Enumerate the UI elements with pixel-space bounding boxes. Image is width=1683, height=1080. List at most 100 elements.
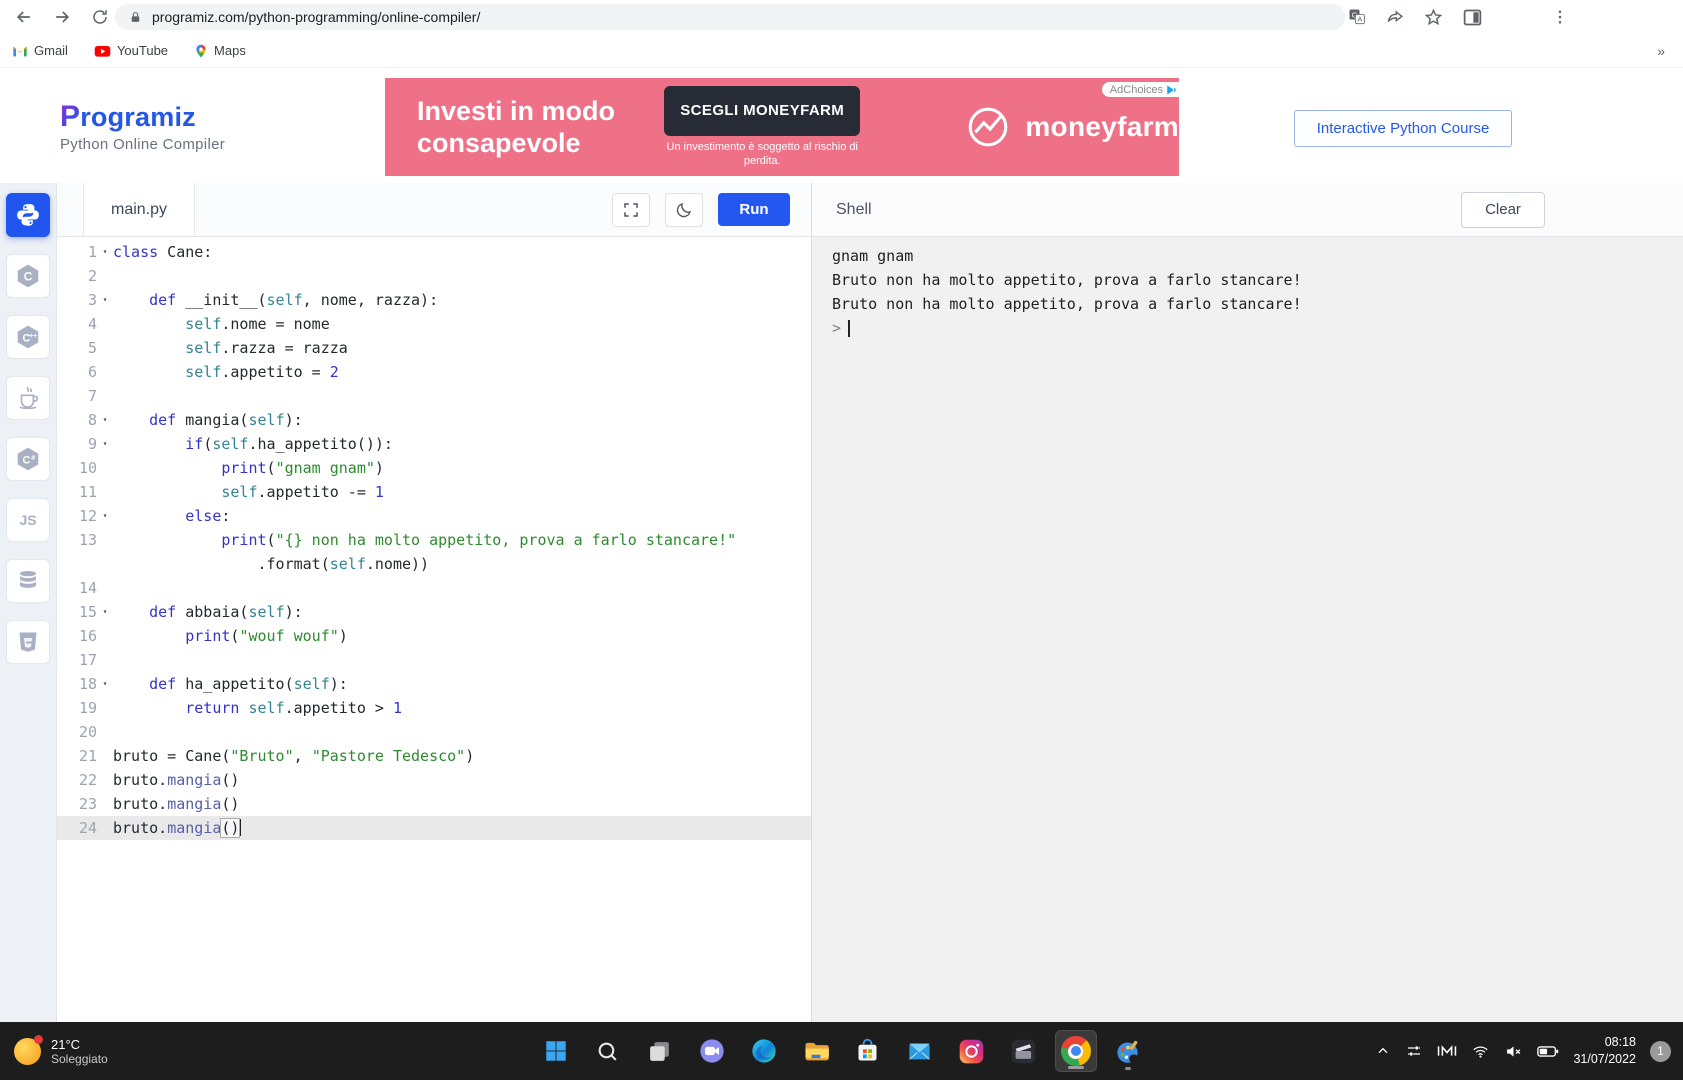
search-button[interactable]: [587, 1030, 629, 1072]
code-line[interactable]: 20: [57, 720, 811, 744]
side-panel-icon[interactable]: [1460, 5, 1484, 29]
ad-disclaimer: Un investimento è soggetto al rischio di…: [659, 141, 865, 169]
shell-prompt: >: [832, 316, 841, 340]
clear-button[interactable]: Clear: [1461, 192, 1545, 228]
wifi-icon[interactable]: [1471, 1043, 1490, 1060]
code-line[interactable]: 19 return self.appetito > 1: [57, 696, 811, 720]
html-shield-icon: [16, 629, 40, 655]
code-line[interactable]: 1▾class Cane:: [57, 240, 811, 264]
weather-temp: 21°C: [51, 1037, 108, 1052]
sidebar-item-java[interactable]: [6, 376, 50, 420]
clock-widget[interactable]: 08:18 31/07/2022: [1573, 1034, 1636, 1068]
shell-body[interactable]: gnam gnamBruto non ha molto appetito, pr…: [812, 237, 1683, 1022]
programiz-logo[interactable]: Programiz Python Online Compiler: [60, 100, 225, 153]
ad-brand-name: moneyfarm: [1025, 111, 1179, 143]
address-bar[interactable]: programiz.com/python-programming/online-…: [115, 4, 1345, 30]
code-line[interactable]: 10 print("gnam gnam"): [57, 456, 811, 480]
share-icon[interactable]: [1383, 5, 1407, 29]
screen: programiz.com/python-programming/online-…: [0, 0, 1683, 1080]
code-line[interactable]: 24bruto.mangia(): [57, 816, 811, 840]
edge-icon: [750, 1037, 778, 1065]
sidebar-item-html[interactable]: [6, 620, 50, 664]
shell-prompt-line[interactable]: >: [832, 316, 1683, 340]
chrome-icon: [1061, 1036, 1091, 1066]
notification-badge[interactable]: 1: [1650, 1041, 1671, 1062]
run-button[interactable]: Run: [718, 193, 790, 226]
back-icon[interactable]: [12, 5, 36, 29]
lock-icon[interactable]: [129, 10, 142, 25]
browser-menu-icon[interactable]: [1548, 5, 1572, 29]
code-line[interactable]: 3▾ def __init__(self, nome, razza):: [57, 288, 811, 312]
browser-toolbar: programiz.com/python-programming/online-…: [0, 0, 1683, 34]
paint-icon: [1114, 1038, 1141, 1065]
code-line[interactable]: 8▾ def mangia(self):: [57, 408, 811, 432]
code-line[interactable]: 4 self.nome = nome: [57, 312, 811, 336]
code-line[interactable]: 7: [57, 384, 811, 408]
code-line[interactable]: 22bruto.mangia(): [57, 768, 811, 792]
fullscreen-button[interactable]: [612, 193, 650, 227]
mail-icon: [906, 1038, 933, 1065]
instagram-button[interactable]: [951, 1030, 993, 1072]
bookmark-star-icon[interactable]: [1421, 5, 1445, 29]
sidebar-item-python[interactable]: [6, 193, 50, 237]
adchoices-label[interactable]: AdChoices: [1102, 82, 1179, 97]
bookmarks-overflow-chevron[interactable]: »: [1657, 43, 1665, 59]
tray-m-icon[interactable]: [1437, 1043, 1457, 1059]
code-lines[interactable]: 1▾class Cane:23▾ def __init__(self, nome…: [57, 237, 811, 1022]
ad-cta-button[interactable]: SCEGLI MONEYFARM: [664, 86, 860, 136]
clock-date: 31/07/2022: [1573, 1051, 1636, 1068]
file-explorer-button[interactable]: [795, 1030, 837, 1072]
code-line[interactable]: 17: [57, 648, 811, 672]
sidebar-item-cpp[interactable]: C++: [6, 315, 50, 359]
sidebar-item-c[interactable]: C: [6, 254, 50, 298]
code-line[interactable]: 12▾ else:: [57, 504, 811, 528]
bookmark-youtube[interactable]: YouTube: [94, 43, 168, 58]
weather-widget[interactable]: 21°C Soleggiato: [14, 1037, 108, 1066]
windows-start-icon: [543, 1038, 569, 1064]
microsoft-store-button[interactable]: [847, 1030, 889, 1072]
code-line[interactable]: .format(self.nome)): [57, 552, 811, 576]
sidebar-item-sql[interactable]: [6, 559, 50, 603]
code-line[interactable]: 16 print("wouf wouf"): [57, 624, 811, 648]
file-explorer-icon: [802, 1037, 830, 1065]
clipchamp-button[interactable]: [1003, 1030, 1045, 1072]
code-line[interactable]: 15▾ def abbaia(self):: [57, 600, 811, 624]
chrome-button[interactable]: [1055, 1030, 1097, 1072]
paint-button[interactable]: [1107, 1030, 1149, 1072]
code-line[interactable]: 11 self.appetito -= 1: [57, 480, 811, 504]
edge-button[interactable]: [743, 1030, 785, 1072]
code-line[interactable]: 23bruto.mangia(): [57, 792, 811, 816]
forward-icon[interactable]: [50, 5, 74, 29]
start-button[interactable]: [535, 1030, 577, 1072]
url-text[interactable]: programiz.com/python-programming/online-…: [152, 9, 480, 25]
sidebar-item-csharp[interactable]: C#: [6, 437, 50, 481]
shell-output: gnam gnamBruto non ha molto appetito, pr…: [832, 244, 1683, 316]
code-line[interactable]: 18▾ def ha_appetito(self):: [57, 672, 811, 696]
mail-button[interactable]: [899, 1030, 941, 1072]
bookmark-gmail[interactable]: Gmail: [12, 43, 68, 58]
code-line[interactable]: 6 self.appetito = 2: [57, 360, 811, 384]
code-line[interactable]: 14: [57, 576, 811, 600]
ad-banner[interactable]: AdChoices Investi in modo consapevole SC…: [385, 78, 1179, 176]
teams-chat-button[interactable]: [691, 1030, 733, 1072]
bookmark-maps[interactable]: Maps: [194, 43, 246, 59]
shell-line: gnam gnam: [832, 244, 1683, 268]
code-line[interactable]: 13 print("{} non ha molto appetito, prov…: [57, 528, 811, 552]
translate-icon[interactable]: GA: [1345, 5, 1369, 29]
code-line[interactable]: 5 self.razza = razza: [57, 336, 811, 360]
file-tab[interactable]: main.py: [83, 183, 195, 236]
tray-chevron-icon[interactable]: [1375, 1043, 1391, 1059]
volume-muted-icon[interactable]: [1504, 1043, 1523, 1060]
sidebar-item-javascript[interactable]: JS: [6, 498, 50, 542]
fullscreen-icon: [622, 201, 640, 219]
task-view-button[interactable]: [639, 1030, 681, 1072]
tray-settings-icon[interactable]: [1405, 1042, 1423, 1060]
code-line[interactable]: 9▾ if(self.ha_appetito()):: [57, 432, 811, 456]
battery-icon[interactable]: [1537, 1044, 1559, 1059]
code-line[interactable]: 21bruto = Cane("Bruto", "Pastore Tedesco…: [57, 744, 811, 768]
interactive-course-button[interactable]: Interactive Python Course: [1294, 110, 1512, 147]
reload-icon[interactable]: [88, 5, 112, 29]
dark-mode-button[interactable]: [665, 193, 703, 227]
code-line[interactable]: 2: [57, 264, 811, 288]
clock-time: 08:18: [1573, 1034, 1636, 1051]
